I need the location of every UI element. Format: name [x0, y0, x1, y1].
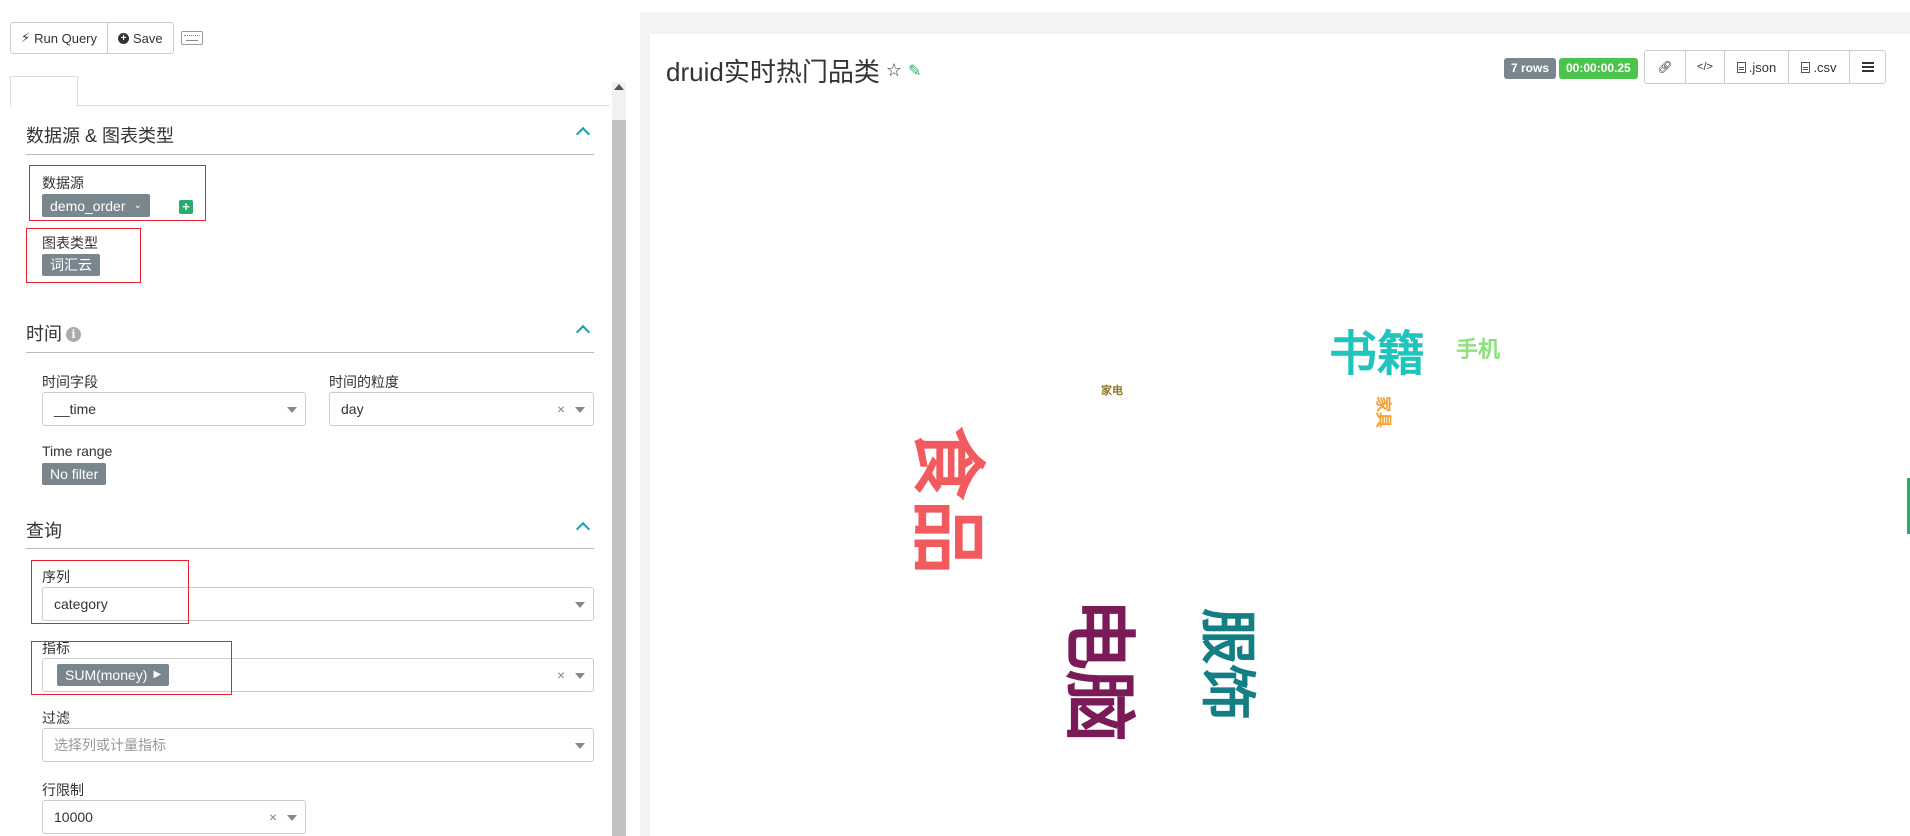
word-cloud: 电脑 食品服饰 书籍 手机家具 家电	[650, 34, 1910, 836]
info-icon[interactable]: i	[66, 327, 81, 342]
section-title-datasource[interactable]: 数据源 & 图表类型	[26, 122, 174, 148]
time-range-button[interactable]: No filter	[42, 463, 107, 485]
run-query-button[interactable]: ⚡ Run Query	[10, 22, 109, 54]
datasource-value: demo_order	[50, 197, 126, 214]
time-column-label: 时间字段	[42, 374, 98, 390]
control-tabs	[10, 76, 610, 107]
clear-icon[interactable]: ×	[557, 667, 565, 683]
viz-type-label: 图表类型	[42, 235, 98, 251]
filter-select[interactable]: 选择列或计量指标	[42, 728, 594, 762]
caret-down-icon	[575, 743, 585, 749]
word-6: 家具	[1374, 396, 1393, 429]
word-7: 家电	[1101, 384, 1123, 397]
scrollbar-thumb[interactable]	[612, 120, 626, 836]
word-2: 食品	[904, 426, 990, 574]
chevron-down-icon: ⌄	[133, 199, 142, 211]
viz-type-button[interactable]: 词汇云	[42, 254, 100, 276]
chart-panel: druid实时热门品类 ☆ ✎ 7 rows 00:00:00.25 🔗︎ </…	[650, 34, 1910, 836]
word-1: 电脑	[1057, 598, 1141, 743]
top-strip	[0, 0, 1910, 12]
caret-down-icon	[575, 602, 585, 608]
word-4: 书籍	[1329, 326, 1426, 382]
tab-data[interactable]	[10, 76, 78, 107]
word-3: 服饰	[1194, 608, 1259, 720]
row-limit-value: 10000	[54, 809, 93, 825]
caret-down-icon	[575, 407, 585, 413]
time-column-select[interactable]: __time	[42, 392, 306, 426]
section-title-time[interactable]: 时间 i	[26, 320, 81, 346]
section-title-time-text: 时间	[26, 324, 62, 344]
caret-down-icon	[575, 673, 585, 679]
bolt-icon: ⚡	[21, 30, 31, 45]
datasource-select[interactable]: demo_order ⌄	[42, 194, 150, 217]
datasource-label: 数据源	[42, 175, 84, 191]
clear-icon[interactable]: ×	[557, 401, 565, 417]
section-divider	[26, 548, 594, 549]
highlight-box	[31, 560, 189, 624]
query-toolbar: ⚡ Run Query + Save	[10, 22, 174, 54]
save-button[interactable]: + Save	[108, 22, 174, 54]
time-range-label: Time range	[42, 443, 113, 459]
caret-down-icon	[287, 815, 297, 821]
filter-placeholder: 选择列或计量指标	[54, 737, 166, 753]
word-5: 手机	[1456, 338, 1501, 363]
highlight-box	[31, 641, 232, 695]
time-column-value: __time	[54, 401, 97, 417]
time-grain-label: 时间的粒度	[329, 374, 399, 390]
keyboard-shortcuts-icon[interactable]	[181, 31, 203, 45]
row-limit-label: 行限制	[42, 782, 84, 798]
section-divider	[26, 154, 594, 155]
section-title-query[interactable]: 查询	[26, 517, 62, 543]
plus-circle-icon: +	[118, 32, 130, 44]
caret-down-icon	[287, 407, 297, 413]
row-limit-select[interactable]: 10000 ×	[42, 800, 306, 834]
time-grain-select[interactable]: day ×	[329, 392, 594, 426]
section-divider	[26, 352, 594, 353]
clear-icon[interactable]: ×	[269, 809, 277, 825]
time-grain-value: day	[341, 401, 364, 417]
add-datasource-icon[interactable]: +	[179, 200, 193, 214]
scroll-up-arrow-icon[interactable]	[614, 84, 624, 90]
run-query-label: Run Query	[34, 30, 98, 46]
filter-label: 过滤	[42, 710, 70, 726]
save-label: Save	[133, 30, 163, 46]
